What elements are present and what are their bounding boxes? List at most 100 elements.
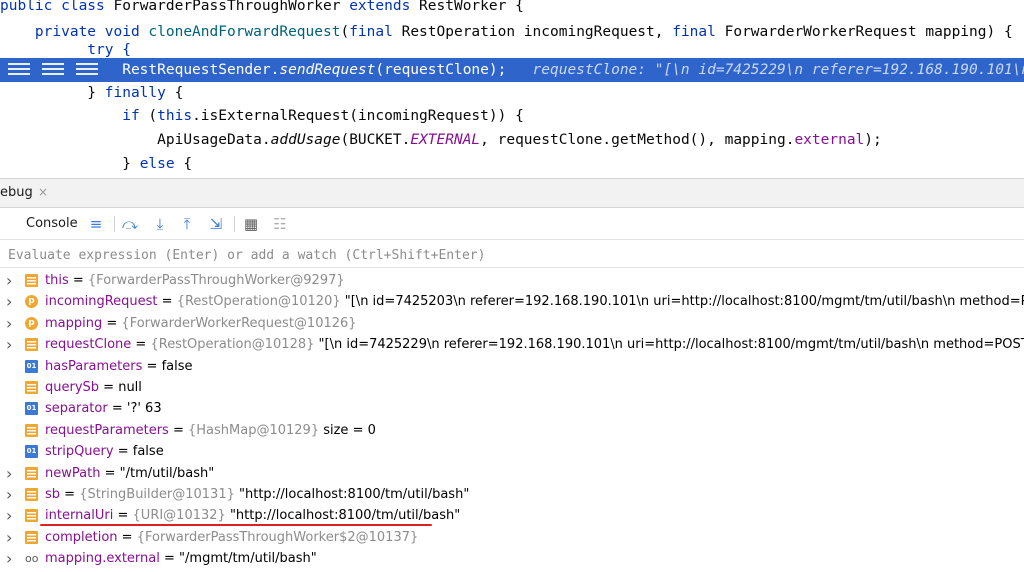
variable-equals: =: [168, 422, 188, 438]
variable-row[interactable]: › internalUri = {URI@10132} "http://local…: [0, 505, 1024, 527]
variable-row[interactable]: › completion = {ForwarderPassThroughWorke…: [0, 527, 1024, 548]
evaluate-table-icon[interactable]: ▦: [241, 214, 261, 234]
variable-value: "/mgmt/tm/util/bash": [179, 551, 317, 567]
variable-equals: =: [159, 551, 180, 567]
code-token: , requestClone.getMethod(), mapping.: [480, 132, 795, 148]
code-token: {: [183, 156, 193, 172]
code-line[interactable]: ApiUsageData.addUsage(BUCKET.EXTERNAL, r…: [0, 128, 1024, 152]
primitive-icon: 01: [25, 445, 38, 459]
variable-equals: =: [131, 337, 151, 353]
step-out-icon[interactable]: ⤒: [177, 214, 197, 234]
chevron-right-icon[interactable]: ›: [6, 334, 16, 355]
console-tab[interactable]: Console: [26, 216, 78, 231]
variable-text: completion = {ForwarderPassThroughWorker…: [45, 527, 418, 548]
evaluate-bar: [0, 240, 1024, 268]
variable-value: false: [132, 444, 164, 460]
variable-name: hasParameters: [45, 358, 143, 374]
variable-value: false: [161, 358, 193, 374]
variable-row[interactable]: querySb = null: [0, 377, 1024, 398]
variable-type: {URI@10132}: [132, 508, 226, 524]
variable-name: requestParameters: [45, 422, 169, 438]
code-line[interactable]: } finally {: [0, 81, 1024, 105]
code-token: );: [864, 132, 882, 148]
variable-type: {RestOperation@10120}: [176, 294, 341, 310]
variables-panel: › this = {ForwarderPassThroughWorker@9297…: [0, 270, 1024, 572]
variable-name: newPath: [45, 465, 101, 481]
variable-text: hasParameters = false: [45, 356, 193, 377]
variable-row[interactable]: › p incomingRequest = {RestOperation@10120…: [0, 291, 1024, 312]
code-line-current[interactable]: RestRequestSender.sendRequest(requestClo…: [0, 58, 1024, 82]
chevron-right-icon[interactable]: ›: [6, 313, 16, 334]
variable-text: newPath = "/tm/util/bash": [45, 463, 214, 484]
variable-name: incomingRequest: [45, 294, 158, 310]
code-text: RestRequestSender.sendRequest(requestClo…: [0, 62, 1024, 78]
code-token: (: [148, 108, 158, 124]
variable-row[interactable]: 01 hasParameters = false: [0, 356, 1024, 377]
variable-text: mapping.external = "/mgmt/tm/util/bash": [45, 548, 317, 569]
variable-text: requestParameters = {HashMap@10129} size…: [45, 420, 376, 441]
chevron-right-icon[interactable]: ›: [6, 291, 16, 312]
code-editor[interactable]: public class ForwarderPassThroughWorker …: [0, 0, 1024, 178]
code-text: ApiUsageData.addUsage(BUCKET.EXTERNAL, r…: [0, 132, 882, 148]
variable-value: "/tm/util/bash": [119, 465, 215, 481]
code-token: RestRequestSender.: [0, 62, 280, 78]
chevron-right-icon[interactable]: ›: [6, 548, 16, 569]
chevron-right-icon[interactable]: ›: [6, 484, 16, 505]
evaluate-expression-input[interactable]: [6, 244, 1010, 266]
variable-equals: =: [107, 401, 127, 417]
code-line[interactable]: if (this.isExternalRequest(incomingReque…: [0, 104, 1024, 128]
code-token: requestClone: "[\n id=7425229\n referer=…: [523, 62, 1024, 78]
debug-tab-label[interactable]: ebug: [0, 185, 33, 200]
trace-icon[interactable]: ☷: [270, 214, 290, 234]
variable-row[interactable]: requestParameters = {HashMap@10129} size…: [0, 420, 1024, 441]
chevron-right-icon[interactable]: ›: [6, 527, 16, 548]
variable-equals: =: [102, 315, 122, 331]
variable-equals: =: [113, 444, 133, 460]
variable-row[interactable]: › newPath = "/tm/util/bash": [0, 463, 1024, 484]
step-into-icon[interactable]: ⤓: [150, 214, 170, 234]
field-icon: [25, 530, 38, 544]
variable-name: separator: [45, 401, 108, 417]
variable-equals: =: [99, 380, 119, 395]
code-token: .isExternalRequest(incomingRequest)) {: [192, 108, 524, 124]
variable-equals: =: [100, 465, 120, 481]
variable-name: completion: [45, 529, 118, 545]
field-icon: [25, 338, 38, 352]
field-icon: [25, 466, 38, 480]
debug-tool-window-tab[interactable]: ebug ×: [0, 178, 1024, 208]
code-token: finally: [104, 85, 175, 101]
code-token: }: [0, 85, 105, 101]
variable-row[interactable]: › this = {ForwarderPassThroughWorker@9297…: [0, 270, 1024, 291]
code-line[interactable]: } else {: [0, 152, 1024, 176]
code-token: EXTERNAL: [410, 132, 481, 148]
variable-type: {ForwarderWorkerRequest@10126}: [121, 315, 357, 331]
variable-text: incomingRequest = {RestOperation@10120} …: [45, 291, 1024, 312]
variable-name: this: [45, 273, 69, 288]
code-line[interactable]: public class ForwarderPassThroughWorker …: [0, 0, 1024, 18]
variable-row[interactable]: 01 stripQuery = false: [0, 441, 1024, 462]
parameter-icon: p: [25, 295, 38, 309]
field-icon: [25, 509, 38, 523]
code-token: ForwarderPassThroughWorker: [113, 0, 350, 14]
debug-toolbar: Console ≡ ⤼ ⤓ ⤒ ⇲ ▦ ☷: [0, 208, 1024, 240]
variable-row[interactable]: › requestClone = {RestOperation@10128} "[…: [0, 334, 1024, 355]
variable-row[interactable]: › p mapping = {ForwarderWorkerRequest@1012…: [0, 313, 1024, 334]
run-to-cursor-icon[interactable]: ⇲: [206, 214, 226, 234]
variable-text: requestClone = {RestOperation@10128} "[\…: [45, 334, 1024, 355]
code-token: {: [174, 85, 184, 101]
code-token: external: [794, 132, 865, 148]
variable-row[interactable]: 01 separator = '?' 63: [0, 398, 1024, 419]
chevron-right-icon[interactable]: ›: [6, 463, 16, 484]
variable-equals: =: [157, 294, 177, 310]
chevron-right-icon[interactable]: ›: [6, 505, 16, 526]
variable-name: requestClone: [45, 337, 132, 353]
close-icon[interactable]: ×: [38, 185, 48, 199]
field-icon: [25, 423, 38, 437]
step-over-icon[interactable]: ⤼: [120, 214, 140, 234]
menu-lines-icon[interactable]: ≡: [86, 214, 106, 234]
variable-row[interactable]: › sb = {StringBuilder@10131} "http://loca…: [0, 484, 1024, 505]
variable-row[interactable]: › oo mapping.external = "/mgmt/tm/util/bas…: [0, 548, 1024, 569]
chevron-right-icon[interactable]: ›: [6, 270, 16, 291]
variable-value: "[\n id=7425203\n referer=192.168.190.10…: [340, 294, 1024, 310]
